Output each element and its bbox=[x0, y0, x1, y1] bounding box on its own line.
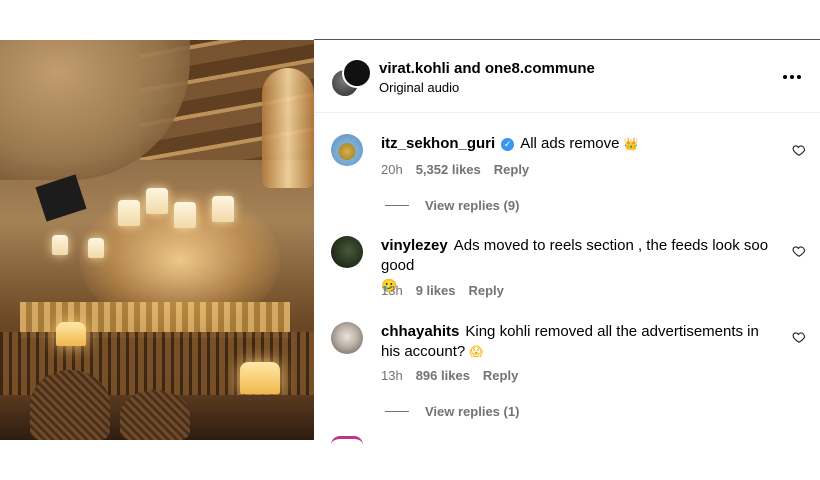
lamp-shade bbox=[212, 196, 234, 222]
lamp-shade bbox=[88, 238, 104, 258]
avatar[interactable] bbox=[331, 322, 363, 354]
comment-likes[interactable]: 5,352 likes bbox=[416, 162, 481, 177]
post-image[interactable] bbox=[0, 40, 314, 440]
comment-text: All ads remove bbox=[520, 135, 620, 152]
avatar[interactable] bbox=[342, 58, 372, 88]
verified-badge-icon: ✓ bbox=[501, 138, 515, 151]
post-header: virat.kohli and one8.commune Original au… bbox=[314, 40, 820, 113]
avatar[interactable] bbox=[331, 236, 363, 268]
reply-button[interactable]: Reply bbox=[468, 283, 503, 298]
comment-likes[interactable]: 896 likes bbox=[416, 368, 470, 383]
comment-username[interactable]: vinylezey bbox=[381, 237, 448, 254]
lamp-shade bbox=[174, 202, 196, 228]
lamp-shade bbox=[146, 188, 168, 214]
table-lamp bbox=[240, 362, 280, 394]
view-replies-label: View replies (9) bbox=[425, 198, 520, 213]
more-options-icon[interactable] bbox=[782, 67, 802, 87]
crown-emoji: 👑 bbox=[623, 137, 639, 151]
reply-button[interactable]: Reply bbox=[483, 368, 518, 383]
chair bbox=[120, 390, 190, 440]
post-author[interactable]: virat.kohli and one8.commune bbox=[379, 60, 595, 77]
comment-item: itz_sekhon_guri ✓ All ads remove 👑 20h 5,35… bbox=[314, 112, 820, 222]
avatar[interactable] bbox=[331, 134, 363, 166]
comment-meta: 20h 5,352 likes Reply bbox=[381, 162, 542, 177]
emoji: 😱 bbox=[469, 345, 483, 360]
comment-body: itz_sekhon_guri ✓ All ads remove 👑 bbox=[381, 134, 781, 154]
author-avatars[interactable] bbox=[330, 58, 376, 98]
reply-button[interactable]: Reply bbox=[494, 162, 529, 177]
chair bbox=[30, 370, 110, 440]
comment-time[interactable]: 13h bbox=[381, 368, 403, 383]
comment-item: vinylezey Ads moved to reels section , th… bbox=[314, 222, 820, 310]
divider bbox=[385, 411, 409, 412]
divider bbox=[385, 205, 409, 206]
comment-meta: 13h 896 likes Reply bbox=[381, 368, 531, 383]
speaker bbox=[35, 174, 87, 222]
pendant-lamp bbox=[262, 68, 314, 188]
comment-likes[interactable]: 9 likes bbox=[416, 283, 456, 298]
heart-icon[interactable] bbox=[792, 143, 806, 157]
view-replies-button[interactable]: View replies (9) bbox=[385, 198, 519, 213]
heart-icon[interactable] bbox=[792, 244, 806, 258]
audio-label[interactable]: Original audio bbox=[379, 80, 459, 95]
view-replies-label: View replies (1) bbox=[425, 404, 520, 419]
comment-time[interactable]: 20h bbox=[381, 162, 403, 177]
comment-body: chhayahits King kohli removed all the adv… bbox=[381, 322, 781, 363]
comment-time[interactable]: 13h bbox=[381, 283, 403, 298]
table-lamp bbox=[56, 322, 86, 346]
view-replies-button[interactable]: View replies (1) bbox=[385, 404, 519, 419]
comment-username[interactable]: itz_sekhon_guri bbox=[381, 135, 495, 152]
heart-icon[interactable] bbox=[792, 330, 806, 344]
avatar[interactable] bbox=[331, 436, 363, 445]
lamp-shade bbox=[52, 235, 68, 255]
comment-item: chhayahits King kohli removed all the adv… bbox=[314, 310, 820, 425]
lamp-shade bbox=[118, 200, 140, 226]
comment-meta: 13h 9 likes Reply bbox=[381, 283, 517, 298]
comment-username[interactable]: chhayahits bbox=[381, 323, 459, 340]
